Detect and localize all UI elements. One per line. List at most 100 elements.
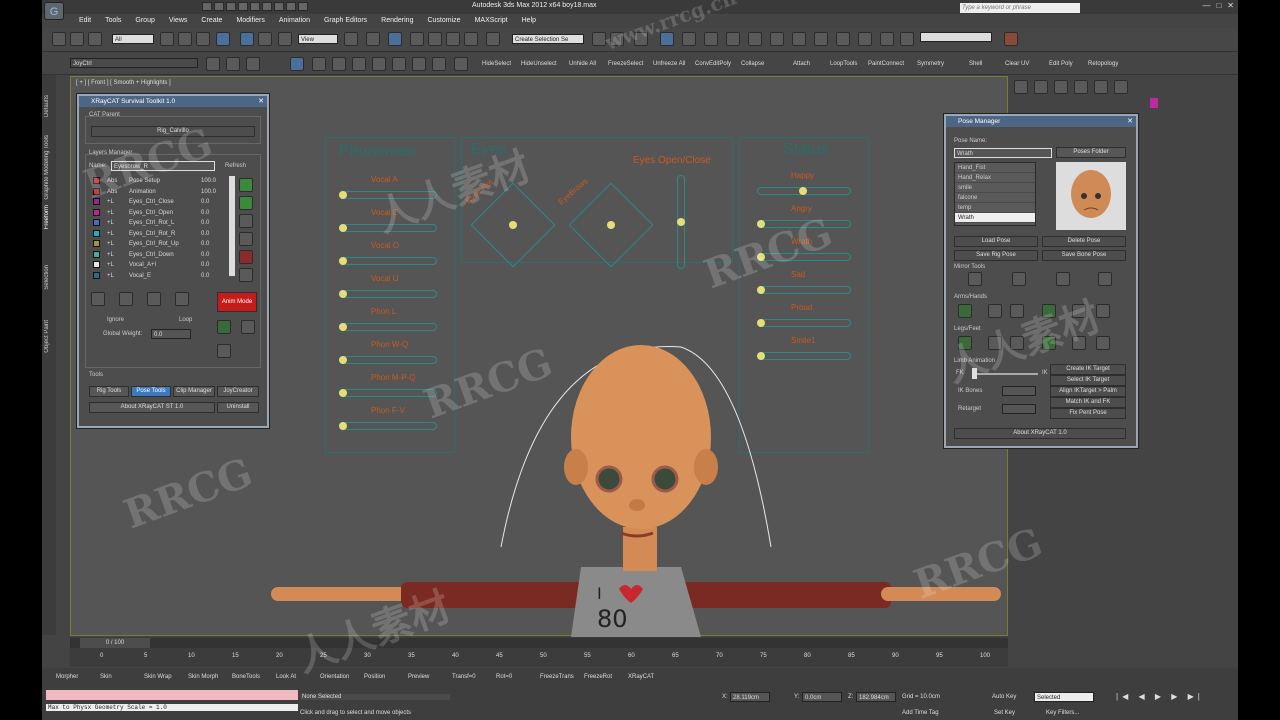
poses-folder-button[interactable]: Poses Folder — [1056, 147, 1126, 158]
layer-row[interactable]: +L Eyes_Ctrl_Down 0.0 — [89, 250, 229, 260]
layer-name-input[interactable]: Eyesbrow_R — [111, 161, 215, 171]
bottom-tool-button[interactable]: XRayCAT — [628, 674, 654, 680]
object-color-swatch[interactable] — [1150, 98, 1158, 108]
layer-row[interactable]: +L Eyes_Ctrl_Rot_R 0.0 — [89, 229, 229, 239]
select-ik-target-button[interactable]: Select IK Target — [1050, 375, 1126, 386]
link-icon[interactable] — [52, 32, 66, 46]
angle-snap-icon[interactable] — [428, 32, 442, 46]
eyes-rot-knob[interactable] — [509, 221, 517, 229]
fk-ik-slider[interactable] — [972, 373, 1038, 375]
manipulate-icon[interactable] — [366, 32, 380, 46]
layer-color-swatch[interactable] — [93, 219, 100, 226]
status-knob[interactable] — [757, 253, 765, 261]
retarget-input[interactable] — [1002, 404, 1036, 414]
playback-controls[interactable]: |◀ ◀ ▶ ▶ ▶| — [1116, 692, 1204, 701]
bottom-tool-button[interactable]: Look At — [276, 674, 296, 680]
xy-icon[interactable] — [432, 57, 446, 71]
menu-maxscript[interactable]: MAXScript — [468, 15, 515, 27]
paste-layer-icon[interactable] — [239, 232, 253, 246]
layer-color-swatch[interactable] — [93, 250, 100, 258]
add-icon[interactable] — [226, 57, 240, 71]
ik-bones-input[interactable] — [1002, 386, 1036, 396]
pose-list-item[interactable]: falcone — [955, 193, 1035, 203]
status-slider[interactable] — [757, 220, 851, 228]
render-setup-icon[interactable] — [748, 32, 762, 46]
skull-icon[interactable] — [217, 320, 231, 334]
pose-list-item[interactable]: Wrath — [955, 213, 1035, 223]
hierarchy-panel-icon[interactable] — [1054, 80, 1068, 94]
rig-tools-button[interactable]: Rig Tools — [89, 386, 129, 397]
mirror-right-icon[interactable] — [1056, 272, 1070, 286]
render-icon[interactable] — [792, 32, 806, 46]
bone-tool-icon[interactable] — [290, 57, 304, 71]
viewport-label[interactable]: [ + ] [ Front ] [ Smooth + Highlights ] — [76, 80, 171, 86]
arm-l-fk-icon[interactable] — [1010, 304, 1024, 318]
layer-options-icon[interactable] — [239, 268, 253, 282]
percent-snap-icon[interactable] — [446, 32, 460, 46]
named-selection-icon[interactable] — [486, 32, 500, 46]
pose-list[interactable]: Hand_Fist Hand_Relax smile falcone temp Wrath — [954, 162, 1036, 226]
brush-dropdown[interactable] — [920, 32, 992, 42]
arm-swap-ik-icon[interactable] — [1072, 304, 1086, 318]
load-pose-button[interactable]: Load Pose — [954, 236, 1038, 247]
spinner-snap-icon[interactable] — [464, 32, 478, 46]
unlink-icon[interactable] — [70, 32, 84, 46]
search-input[interactable]: Type a keyword or phrase — [960, 3, 1080, 13]
layer-color-swatch[interactable] — [93, 187, 100, 195]
arm-r-ik-icon[interactable] — [1042, 304, 1056, 318]
motion-panel-icon[interactable] — [1074, 80, 1088, 94]
match-ik-fk-button[interactable]: Match IK and FK — [1050, 397, 1126, 408]
quick-access-toolbar[interactable] — [202, 2, 308, 11]
bottom-tool-button[interactable]: BoneTools — [232, 674, 260, 680]
time-slider-track[interactable] — [70, 638, 1008, 648]
pose-list-item[interactable]: Hand_Relax — [955, 173, 1035, 183]
leg-r-ik-icon[interactable] — [1042, 336, 1056, 350]
status-knob[interactable] — [757, 220, 765, 228]
phoneme-knob[interactable] — [339, 191, 347, 199]
clear-uv-button[interactable]: Clear UV — [1005, 61, 1029, 67]
fk-ik-slider-thumb[interactable] — [972, 368, 977, 379]
select-icon[interactable] — [160, 32, 174, 46]
arm-swap-icon[interactable] — [988, 304, 1002, 318]
menu-group[interactable]: Group — [128, 15, 161, 27]
reference-coord-dropdown[interactable]: View — [298, 34, 338, 44]
tab-selection[interactable]: Selection — [44, 265, 50, 290]
hierarchy-icon[interactable] — [246, 57, 260, 71]
z-coord-input[interactable]: 182.984cm — [856, 692, 896, 702]
named-selection-dropdown[interactable]: Create Selection Se — [512, 34, 584, 44]
copy-layer-icon[interactable] — [239, 214, 253, 228]
collapse-button[interactable]: Collapse — [741, 61, 764, 67]
clip-manager-button[interactable]: Clip Manager — [173, 386, 215, 397]
paintconnect-button[interactable]: PaintConnect — [868, 61, 904, 67]
graphite-toggle-icon[interactable] — [660, 32, 674, 46]
freezeselect-button[interactable]: FreezeSelect — [608, 61, 643, 67]
hideunselect-button[interactable]: HideUnselect — [521, 61, 557, 67]
eyebrows-knob[interactable] — [607, 221, 615, 229]
mirror-icon[interactable] — [592, 32, 606, 46]
keyboard-shortcut-icon[interactable] — [388, 32, 402, 46]
bone-pose-icon[interactable] — [312, 57, 326, 71]
snap-icon[interactable] — [410, 32, 424, 46]
curve-editor-icon[interactable] — [682, 32, 696, 46]
walk-icon[interactable] — [241, 320, 255, 334]
select-by-name-icon[interactable] — [178, 32, 192, 46]
freeze-icon[interactable] — [412, 57, 426, 71]
maxscript-listener-top[interactable] — [46, 690, 298, 700]
layer-color-swatch[interactable] — [93, 208, 100, 216]
bone-adjust-icon[interactable] — [332, 57, 346, 71]
layer-color-swatch[interactable] — [93, 198, 100, 205]
tab-object-paint[interactable]: Object Paint — [44, 320, 50, 353]
grid-icon[interactable] — [217, 344, 231, 358]
mirror-left-icon[interactable] — [968, 272, 982, 286]
layer-color-swatch[interactable] — [93, 261, 100, 268]
refresh-button[interactable]: Refresh — [225, 163, 246, 169]
leg-l-ik-icon[interactable] — [1096, 336, 1110, 350]
layer-row[interactable]: +L Eyes_Ctrl_Open 0.0 — [89, 208, 229, 218]
add-abs-layer-icon[interactable] — [91, 292, 105, 306]
add-time-tag-button[interactable]: Add Time Tag — [902, 710, 939, 716]
effects-icon[interactable] — [880, 32, 894, 46]
menu-help[interactable]: Help — [515, 15, 543, 27]
menu-rendering[interactable]: Rendering — [374, 15, 420, 27]
bottom-tool-button[interactable]: Position — [364, 674, 385, 680]
x-coord-input[interactable]: 28.119cm — [730, 692, 770, 702]
